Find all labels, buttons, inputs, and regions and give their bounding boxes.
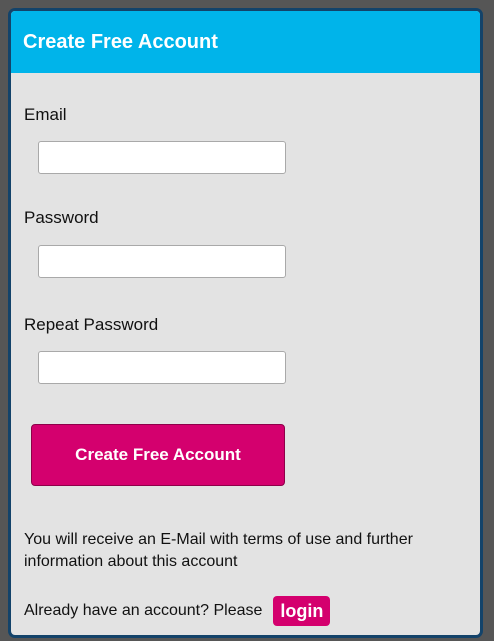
account-info-text: You will receive an E-Mail with terms of… <box>24 531 413 570</box>
create-account-button[interactable]: Create Free Account <box>31 424 285 486</box>
email-label: Email <box>24 105 67 124</box>
login-prompt: Already have an account? Please <box>24 602 263 619</box>
password-label: Password <box>24 208 99 227</box>
email-field[interactable] <box>38 141 286 174</box>
repeat-password-label: Repeat Password <box>24 315 159 334</box>
panel-title: Create Free Account <box>11 11 480 73</box>
login-row: Already have an account? Please login <box>24 594 331 628</box>
password-field[interactable] <box>38 245 286 278</box>
login-button[interactable]: login <box>273 596 331 626</box>
create-account-panel: Create Free Account Email Password Repea… <box>8 8 483 638</box>
repeat-password-field[interactable] <box>38 351 286 384</box>
